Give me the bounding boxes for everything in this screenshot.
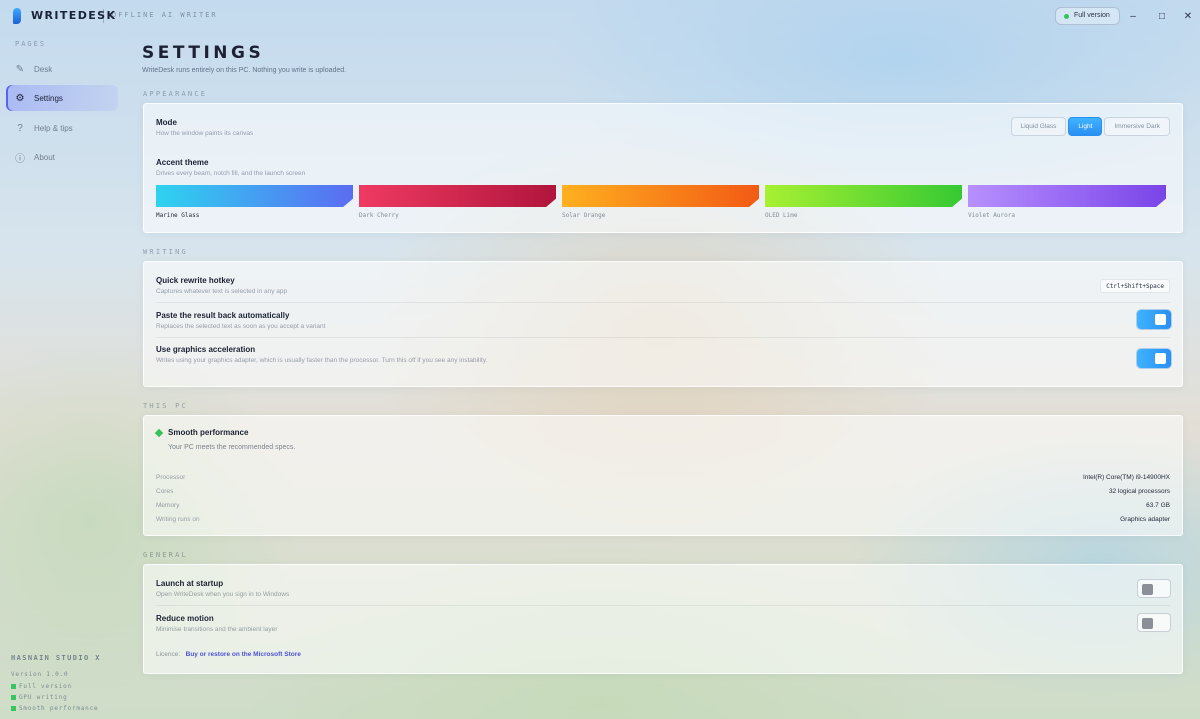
studio-name: HASNAIN STUDIO X bbox=[11, 654, 101, 662]
mode-liquid-glass-button[interactable]: Liquid Glass bbox=[1010, 117, 1067, 136]
full-version-badge[interactable]: Full version bbox=[1055, 7, 1120, 25]
status-square-icon bbox=[11, 706, 16, 711]
minimize-button[interactable]: – bbox=[1125, 8, 1141, 24]
mode-description: How the window paints its canvas bbox=[156, 130, 254, 137]
spec-key: Writing runs on bbox=[156, 516, 200, 523]
theme-label: Dark Cherry bbox=[359, 212, 399, 219]
title-separator bbox=[103, 9, 104, 23]
sidebar-item-label: About bbox=[34, 152, 55, 162]
writing-card: Quick rewrite hotkey Captures whatever t… bbox=[143, 261, 1183, 387]
sidebar-item-desk[interactable]: ✎ Desk bbox=[6, 56, 118, 82]
title-bar: WRITEDESK OFFLINE AI WRITER Full version… bbox=[0, 0, 1200, 32]
general-card: Launch at startup Open WriteDesk when yo… bbox=[143, 564, 1183, 674]
meta-performance: Smooth performance bbox=[11, 705, 98, 712]
sidebar-item-help[interactable]: ? Help & tips bbox=[6, 115, 118, 141]
spec-value: 63.7 GB bbox=[1146, 502, 1170, 509]
sidebar-item-about[interactable]: ⓘ About bbox=[6, 144, 118, 170]
gpu-title: Use graphics acceleration bbox=[156, 345, 256, 354]
toggle-knob bbox=[1155, 314, 1166, 325]
this-pc-card: Smooth performance Your PC meets the rec… bbox=[143, 415, 1183, 536]
sidebar: PAGES ✎ Desk ⚙ Settings ? Help & tips ⓘ … bbox=[0, 32, 126, 719]
sidebar-item-label: Desk bbox=[34, 64, 53, 74]
theme-label: OLED Lime bbox=[765, 212, 798, 219]
theme-label: Marine Glass bbox=[156, 212, 200, 219]
app-tagline: OFFLINE AI WRITER bbox=[112, 11, 218, 19]
gear-icon: ⚙ bbox=[15, 92, 25, 104]
theme-swatch-dark-cherry[interactable] bbox=[359, 185, 556, 207]
close-button[interactable]: ✕ bbox=[1180, 8, 1196, 24]
theme-swatch-solar-orange[interactable] bbox=[562, 185, 759, 207]
paste-toggle[interactable] bbox=[1137, 310, 1171, 329]
spec-value: Graphics adapter bbox=[1120, 516, 1170, 523]
status-square-icon bbox=[11, 684, 16, 689]
performance-status: Smooth performance bbox=[168, 428, 249, 437]
store-link[interactable]: Buy or restore on the Microsoft Store bbox=[186, 651, 301, 658]
theme-swatch-violet-aurora[interactable] bbox=[968, 185, 1166, 207]
status-dot-icon bbox=[1064, 14, 1069, 19]
maximize-button[interactable]: □ bbox=[1154, 8, 1170, 24]
theme-swatch-marine-glass[interactable] bbox=[156, 185, 353, 207]
performance-description: Your PC meets the recommended specs. bbox=[168, 444, 296, 451]
theme-label: Violet Aurora bbox=[968, 212, 1015, 219]
motion-title: Reduce motion bbox=[156, 614, 214, 623]
pen-icon: ✎ bbox=[15, 63, 25, 75]
accent-title: Accent theme bbox=[156, 158, 209, 167]
meta-label: GPU writing bbox=[19, 694, 68, 701]
sidebar-heading: PAGES bbox=[15, 40, 47, 48]
motion-toggle[interactable] bbox=[1137, 613, 1171, 632]
theme-label: Solar Orange bbox=[562, 212, 606, 219]
meta-full-version: Full version bbox=[11, 683, 72, 690]
toggle-knob bbox=[1155, 353, 1166, 364]
startup-toggle[interactable] bbox=[1137, 579, 1171, 598]
spec-key: Memory bbox=[156, 502, 180, 509]
toggle-knob bbox=[1142, 584, 1153, 595]
hotkey-field[interactable]: Ctrl+Shift+Space bbox=[1100, 279, 1170, 293]
help-icon: ? bbox=[17, 122, 23, 134]
licence-row: Licence: Buy or restore on the Microsoft… bbox=[156, 651, 301, 658]
accent-description: Drives every beam, notch fill, and the l… bbox=[156, 170, 306, 177]
meta-label: Smooth performance bbox=[19, 705, 99, 712]
theme-swatch-oled-lime[interactable] bbox=[765, 185, 962, 207]
section-heading-general: GENERAL bbox=[143, 551, 188, 559]
paste-description: Replaces the selected text as soon as yo… bbox=[156, 323, 326, 330]
info-icon: ⓘ bbox=[15, 153, 25, 165]
mode-selector: Liquid Glass Light Immersive Dark bbox=[1009, 117, 1170, 136]
paste-title: Paste the result back automatically bbox=[156, 311, 290, 320]
sidebar-item-label: Settings bbox=[34, 93, 63, 103]
spec-value: 32 logical processors bbox=[1108, 488, 1170, 495]
startup-description: Open WriteDesk when you sign in to Windo… bbox=[156, 591, 290, 598]
status-square-icon bbox=[11, 695, 16, 700]
page-title: SETTINGS bbox=[142, 43, 265, 63]
spec-value: Intel(R) Core(TM) i9-14900HX bbox=[1082, 474, 1170, 481]
hotkey-description: Captures whatever text is selected in an… bbox=[156, 288, 288, 295]
full-version-label: Full version bbox=[1074, 12, 1110, 19]
version-text: Version 1.0.0 bbox=[11, 671, 69, 678]
meta-gpu-writing: GPU writing bbox=[11, 694, 68, 701]
appearance-card: Mode How the window paints its canvas Li… bbox=[143, 103, 1183, 233]
licence-label: Licence: bbox=[156, 651, 181, 658]
sidebar-item-label: Help & tips bbox=[34, 123, 73, 133]
gpu-toggle[interactable] bbox=[1137, 349, 1171, 368]
toggle-knob bbox=[1142, 618, 1153, 629]
section-heading-writing: WRITING bbox=[143, 248, 188, 256]
mode-immersive-dark-button[interactable]: Immersive Dark bbox=[1104, 117, 1170, 136]
gpu-description: Writes using your graphics adapter, whic… bbox=[156, 357, 488, 364]
status-diamond-icon bbox=[154, 428, 164, 438]
page-subtitle: WriteDesk runs entirely on this PC. Noth… bbox=[142, 67, 347, 74]
app-logo-icon bbox=[13, 8, 21, 24]
spec-key: Cores bbox=[156, 488, 174, 495]
hotkey-title: Quick rewrite hotkey bbox=[156, 276, 235, 285]
meta-label: Full version bbox=[19, 683, 72, 690]
mode-light-button[interactable]: Light bbox=[1068, 117, 1103, 136]
section-heading-appearance: APPEARANCE bbox=[143, 90, 208, 98]
spec-key: Processor bbox=[156, 474, 186, 481]
row-divider bbox=[156, 337, 1170, 338]
row-divider bbox=[156, 302, 1170, 303]
motion-description: Minimise transitions and the ambient lay… bbox=[156, 626, 278, 633]
mode-title: Mode bbox=[156, 118, 177, 127]
startup-title: Launch at startup bbox=[156, 579, 224, 588]
row-divider bbox=[156, 605, 1170, 606]
sidebar-item-settings[interactable]: ⚙ Settings bbox=[6, 85, 118, 111]
section-heading-this-pc: THIS PC bbox=[143, 402, 188, 410]
